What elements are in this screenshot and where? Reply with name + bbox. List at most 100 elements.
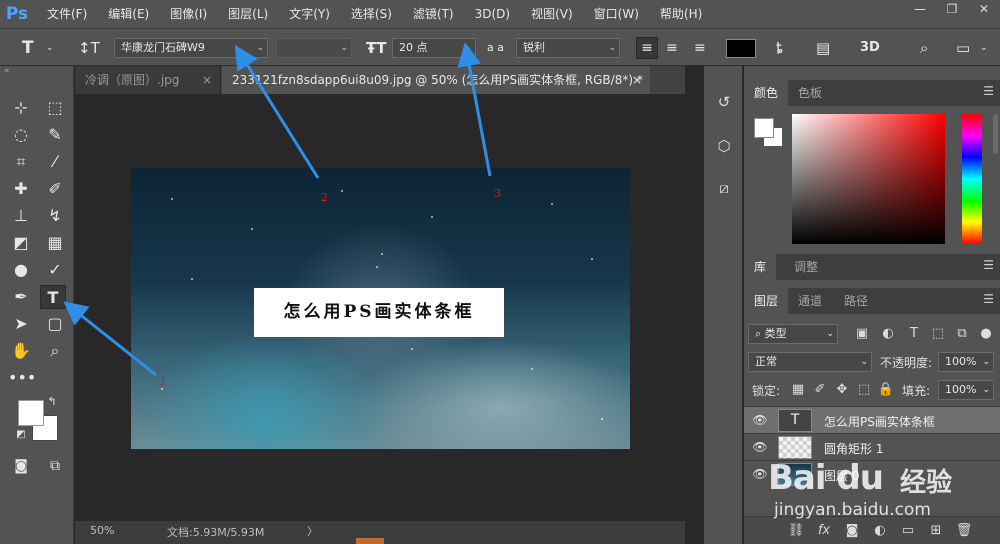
tab-paths[interactable]: 路径 xyxy=(834,288,878,314)
layer-row[interactable]: 👁 圆角矩形 1 xyxy=(744,433,1000,460)
type-tool-icon[interactable]: T xyxy=(40,285,66,309)
panel-menu-icon[interactable]: ☰ xyxy=(983,258,994,272)
color-picker-field[interactable] xyxy=(792,114,945,244)
layer-name[interactable]: 圆角矩形 1 xyxy=(824,440,883,457)
healing-brush-tool-icon[interactable]: ✚ xyxy=(8,177,34,201)
foreground-color[interactable] xyxy=(754,118,774,138)
menu-edit[interactable]: 编辑(E) xyxy=(95,0,157,28)
lock-artboard-icon[interactable]: ⬚ xyxy=(854,380,874,400)
restore-button[interactable]: ❐ xyxy=(936,0,968,20)
visibility-eye-icon[interactable]: 👁 xyxy=(752,412,768,428)
adjustment-layer-filter-icon[interactable]: ◐ xyxy=(878,324,898,344)
lock-all-icon[interactable]: 🔒 xyxy=(876,380,896,400)
menu-view[interactable]: 视图(V) xyxy=(518,0,581,28)
close-button[interactable]: ✕ xyxy=(968,0,1000,20)
add-mask-icon[interactable]: ◙ xyxy=(842,521,862,541)
document-image[interactable]: 怎么用PS画实体条框 xyxy=(131,168,630,449)
dodge-tool-icon[interactable]: ✓ xyxy=(42,258,68,282)
align-left-icon[interactable]: ≡ xyxy=(636,37,658,59)
tab-layers[interactable]: 图层 xyxy=(744,288,789,314)
marquee-tool-icon[interactable]: ⬚ xyxy=(42,96,68,120)
gradient-tool-icon[interactable]: ▦ xyxy=(42,231,68,255)
font-family-select[interactable]: 华康龙门石碑W9 ⌄ xyxy=(114,38,268,58)
color-panel-fg-bg[interactable] xyxy=(754,118,784,148)
add-style-button[interactable]: fx xyxy=(814,521,834,541)
status-menu-arrow[interactable]: 〉 xyxy=(307,523,318,539)
tab-document-1[interactable]: 冷调（原图）.jpg × xyxy=(75,66,221,94)
path-selection-tool-icon[interactable]: ➤ xyxy=(8,312,34,336)
foreground-color-swatch[interactable] xyxy=(18,400,44,426)
default-colors-icon[interactable]: ◩ xyxy=(14,428,28,442)
tab-libraries[interactable]: 库 xyxy=(744,254,777,280)
panel-collapse-icon[interactable]: « xyxy=(4,66,10,76)
eraser-tool-icon[interactable]: ◩ xyxy=(8,231,34,255)
menu-select[interactable]: 选择(S) xyxy=(338,0,400,28)
close-icon[interactable]: × xyxy=(632,66,642,94)
link-layers-icon[interactable]: ⛓ xyxy=(786,521,806,541)
tab-swatches[interactable]: 色板 xyxy=(788,80,832,106)
toggle-text-orientation-icon[interactable]: ↕T xyxy=(78,38,100,58)
hand-tool-icon[interactable]: ✋ xyxy=(8,339,34,363)
search-icon[interactable]: ⌕ xyxy=(920,38,928,58)
history-brush-tool-icon[interactable]: ↯ xyxy=(42,204,68,228)
workspace-icon[interactable]: ▭ xyxy=(956,38,970,58)
chevron-down-icon[interactable]: ⌄ xyxy=(46,38,54,58)
warp-text-icon[interactable]: ȶ xyxy=(776,38,783,58)
brush-tool-icon[interactable]: ✐ xyxy=(42,177,68,201)
screen-mode-icon[interactable]: ⧉ xyxy=(42,454,68,478)
tab-channels[interactable]: 通道 xyxy=(788,288,832,314)
pixel-layer-filter-icon[interactable]: ▣ xyxy=(852,324,872,344)
opacity-input[interactable]: 100% ⌄ xyxy=(938,352,994,372)
delete-layer-icon[interactable]: 🗑 xyxy=(954,521,974,541)
new-adjustment-icon[interactable]: ◐ xyxy=(870,521,890,541)
tab-adjustments[interactable]: 调整 xyxy=(784,254,828,280)
align-right-icon[interactable]: ≡ xyxy=(694,38,706,58)
fill-input[interactable]: 100% ⌄ xyxy=(938,380,994,400)
filter-toggle-icon[interactable]: ● xyxy=(976,324,996,344)
lock-image-icon[interactable]: ✐ xyxy=(810,380,830,400)
panel-menu-icon[interactable]: ☰ xyxy=(983,292,994,306)
layer-name[interactable]: 怎么用PS画实体条框 xyxy=(824,413,935,430)
lock-position-icon[interactable]: ✥ xyxy=(832,380,852,400)
canvas-text-layer[interactable]: 怎么用PS画实体条框 xyxy=(254,288,504,337)
menu-help[interactable]: 帮助(H) xyxy=(647,0,710,28)
hue-slider[interactable] xyxy=(962,114,982,244)
lock-transparent-icon[interactable]: ▦ xyxy=(788,380,808,400)
clone-stamp-tool-icon[interactable]: ⊥ xyxy=(8,204,34,228)
more-tools-icon[interactable]: ••• xyxy=(8,366,36,390)
menu-window[interactable]: 窗口(W) xyxy=(581,0,647,28)
layer-row[interactable]: 👁 T 怎么用PS画实体条框 xyxy=(744,406,1000,433)
menu-3d[interactable]: 3D(D) xyxy=(462,0,518,28)
zoom-tool-icon[interactable]: ⌕ xyxy=(42,339,68,363)
tab-color[interactable]: 颜色 xyxy=(744,80,789,106)
text-color-swatch[interactable] xyxy=(726,39,756,58)
minimize-button[interactable]: — xyxy=(904,0,936,20)
chevron-down-icon[interactable]: ⌄ xyxy=(980,38,988,58)
layer-row[interactable]: 👁 图层 0 xyxy=(744,460,1000,487)
menu-filter[interactable]: 滤镜(T) xyxy=(400,0,462,28)
history-panel-icon[interactable]: ↺ xyxy=(712,90,736,114)
close-icon[interactable]: × xyxy=(202,66,212,94)
quick-selection-tool-icon[interactable]: ✎ xyxy=(42,123,68,147)
layer-name[interactable]: 图层 0 xyxy=(824,467,859,484)
quick-mask-icon[interactable]: ◙ xyxy=(8,454,34,478)
font-size-select[interactable]: 20 点 ⌄ xyxy=(392,38,476,58)
lasso-tool-icon[interactable]: ◌ xyxy=(8,123,34,147)
new-group-icon[interactable]: ▭ xyxy=(898,521,918,541)
3d-panel-icon[interactable]: ⬡ xyxy=(712,134,736,158)
blur-tool-icon[interactable]: ● xyxy=(8,258,34,282)
shape-layer-filter-icon[interactable]: ⬚ xyxy=(928,324,948,344)
character-panel-icon[interactable]: ▤ xyxy=(816,38,830,58)
3d-mode-button[interactable]: 3D xyxy=(860,38,880,58)
layer-filter-select[interactable]: ⌕ 类型 ⌄ xyxy=(748,324,838,344)
panel-menu-icon[interactable]: ☰ xyxy=(983,84,994,98)
zoom-level[interactable]: 50% xyxy=(90,524,114,537)
visibility-eye-icon[interactable]: 👁 xyxy=(752,439,768,455)
rectangle-tool-icon[interactable]: ▢ xyxy=(42,312,68,336)
tab-document-2[interactable]: 233121fzn8sdapp6ui8u09.jpg @ 50% (怎么用PS画… xyxy=(222,66,650,94)
type-layer-filter-icon[interactable]: T xyxy=(904,324,924,344)
new-layer-icon[interactable]: ⊞ xyxy=(926,521,946,541)
visibility-eye-icon[interactable]: 👁 xyxy=(752,466,768,482)
move-tool-icon[interactable]: ⊹ xyxy=(8,96,34,120)
properties-panel-icon[interactable]: ⧄ xyxy=(712,176,736,200)
